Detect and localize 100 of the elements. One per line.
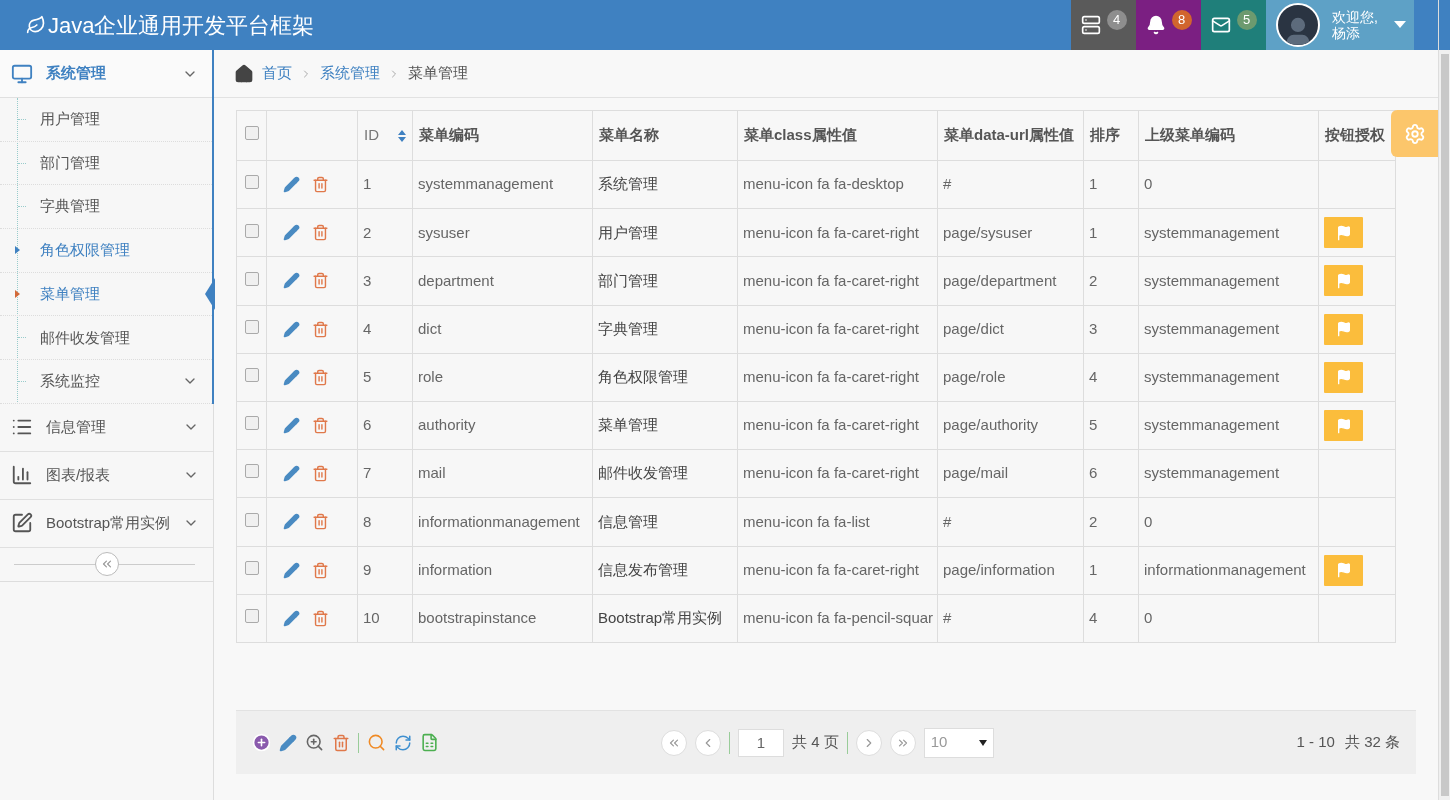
delete-icon[interactable] bbox=[312, 224, 329, 242]
delete-icon[interactable] bbox=[312, 368, 329, 386]
authorize-button[interactable] bbox=[1324, 361, 1363, 393]
edit-icon[interactable] bbox=[283, 176, 300, 194]
table-cell: 1 bbox=[1083, 208, 1139, 257]
edit-icon[interactable] bbox=[283, 465, 300, 483]
row-checkbox[interactable] bbox=[244, 464, 259, 479]
menu-item[interactable]: Bootstrap常用实例 bbox=[0, 499, 213, 548]
column-header: 菜单data-url属性值 bbox=[937, 110, 1084, 161]
delete-icon[interactable] bbox=[312, 176, 329, 194]
menu-item[interactable]: 信息管理 bbox=[0, 403, 213, 452]
notification-button[interactable]: 5 bbox=[1201, 0, 1266, 50]
settings-button[interactable] bbox=[1391, 110, 1438, 157]
delete-icon[interactable] bbox=[312, 609, 329, 627]
collapse-sidebar-button[interactable] bbox=[94, 552, 119, 577]
authorize-button[interactable] bbox=[1324, 217, 1363, 249]
menu-item[interactable]: 图表/报表 bbox=[0, 451, 213, 500]
count-badge: 4 bbox=[1106, 10, 1127, 30]
next-page-button[interactable] bbox=[855, 729, 882, 756]
table-cell: department bbox=[412, 256, 593, 306]
delete-icon[interactable] bbox=[312, 513, 329, 531]
caret-icon bbox=[978, 739, 987, 746]
submenu-item[interactable]: 角色权限管理 bbox=[0, 229, 212, 273]
submenu-item[interactable]: 用户管理 bbox=[0, 98, 212, 142]
last-page-button[interactable] bbox=[889, 729, 916, 756]
authorize-button[interactable] bbox=[1324, 265, 1363, 297]
notification-button[interactable]: 8 bbox=[1136, 0, 1201, 50]
row-checkbox[interactable] bbox=[244, 223, 259, 238]
submenu-item[interactable]: 邮件收发管理 bbox=[0, 316, 212, 361]
table-cell: page/sysuser bbox=[937, 208, 1084, 257]
search-icon[interactable] bbox=[367, 733, 386, 752]
add-icon[interactable] bbox=[252, 733, 271, 752]
table-cell: systemmanagement bbox=[1138, 353, 1319, 402]
submenu-item[interactable]: 字典管理 bbox=[0, 185, 212, 230]
table-cell: 6 bbox=[1083, 449, 1139, 498]
row-checkbox[interactable] bbox=[244, 271, 259, 286]
table-cell: bootstrapinstance bbox=[412, 594, 593, 643]
row-checkbox[interactable] bbox=[244, 416, 259, 431]
edit-icon[interactable] bbox=[283, 272, 300, 290]
delete-icon[interactable] bbox=[332, 733, 350, 752]
row-checkbox[interactable] bbox=[244, 560, 259, 575]
table-cell: menu-icon fa fa-pencil-squar bbox=[737, 594, 938, 643]
edit-icon[interactable] bbox=[283, 224, 300, 242]
breadcrumb-link[interactable]: 系统管理 bbox=[320, 62, 380, 85]
authorize-button[interactable] bbox=[1324, 554, 1363, 586]
flag-icon bbox=[1335, 224, 1352, 241]
user-menu[interactable]: 欢迎您, 杨添 bbox=[1266, 0, 1414, 50]
table-cell: sysuser bbox=[412, 208, 593, 257]
scrollbar[interactable] bbox=[1438, 0, 1450, 800]
row-checkbox[interactable] bbox=[244, 368, 259, 383]
delete-icon[interactable] bbox=[312, 272, 329, 290]
previous-page-button[interactable] bbox=[695, 729, 721, 756]
edit-icon[interactable] bbox=[283, 320, 300, 338]
record-range: 1 - 10 bbox=[1296, 732, 1335, 753]
table-cell: systemmanagement bbox=[1138, 256, 1319, 306]
edit-icon[interactable] bbox=[283, 561, 300, 579]
flag-icon bbox=[1335, 321, 1352, 338]
edit-icon[interactable] bbox=[283, 513, 300, 531]
refresh-icon[interactable] bbox=[394, 733, 412, 752]
first-page-button[interactable] bbox=[661, 729, 687, 756]
edit-icon[interactable] bbox=[283, 417, 300, 435]
table-cell: information bbox=[412, 546, 593, 595]
greeting-text: 欢迎您, bbox=[1332, 9, 1378, 25]
count-badge: 8 bbox=[1171, 10, 1192, 30]
authorize-button[interactable] bbox=[1324, 313, 1363, 345]
table-cell: page/authority bbox=[937, 401, 1084, 450]
authorize-button[interactable] bbox=[1324, 410, 1363, 442]
breadcrumb-link[interactable]: 首页 bbox=[262, 62, 292, 85]
notification-button[interactable]: 4 bbox=[1071, 0, 1136, 50]
submenu-item[interactable]: 系统监控 bbox=[0, 360, 212, 404]
submenu-item[interactable]: 菜单管理 bbox=[0, 272, 212, 317]
table-cell: systemmanagement bbox=[1138, 208, 1319, 257]
avatar bbox=[1276, 3, 1320, 47]
table-cell: 9 bbox=[357, 546, 413, 595]
monitor-icon bbox=[11, 62, 33, 85]
row-checkbox[interactable] bbox=[244, 512, 259, 527]
table-cell: 1 bbox=[1083, 546, 1139, 595]
row-checkbox[interactable] bbox=[244, 175, 259, 190]
table-cell: page/dict bbox=[937, 305, 1084, 354]
spreadsheet-icon[interactable] bbox=[420, 733, 439, 752]
edit-icon[interactable] bbox=[283, 609, 300, 627]
select-all-checkbox[interactable] bbox=[244, 126, 259, 141]
edit-icon[interactable] bbox=[283, 368, 300, 386]
column-header: 上级菜单编码 bbox=[1138, 110, 1319, 161]
delete-icon[interactable] bbox=[312, 465, 329, 483]
edit-icon[interactable] bbox=[279, 733, 297, 752]
row-checkbox[interactable] bbox=[244, 609, 259, 624]
table-cell: 3 bbox=[357, 256, 413, 306]
column-header[interactable]: ID bbox=[357, 110, 413, 161]
delete-icon[interactable] bbox=[312, 417, 329, 435]
delete-icon[interactable] bbox=[312, 320, 329, 338]
delete-icon[interactable] bbox=[312, 561, 329, 579]
zoom-in-icon[interactable] bbox=[305, 733, 324, 752]
table-cell: page/department bbox=[937, 256, 1084, 306]
submenu-item[interactable]: 部门管理 bbox=[0, 141, 212, 186]
page-size-select[interactable]: 10 bbox=[923, 727, 994, 758]
row-checkbox[interactable] bbox=[244, 319, 259, 334]
page-input[interactable]: 1 bbox=[738, 728, 784, 757]
table-cell: 3 bbox=[1083, 305, 1139, 354]
mail-icon bbox=[1210, 15, 1231, 35]
